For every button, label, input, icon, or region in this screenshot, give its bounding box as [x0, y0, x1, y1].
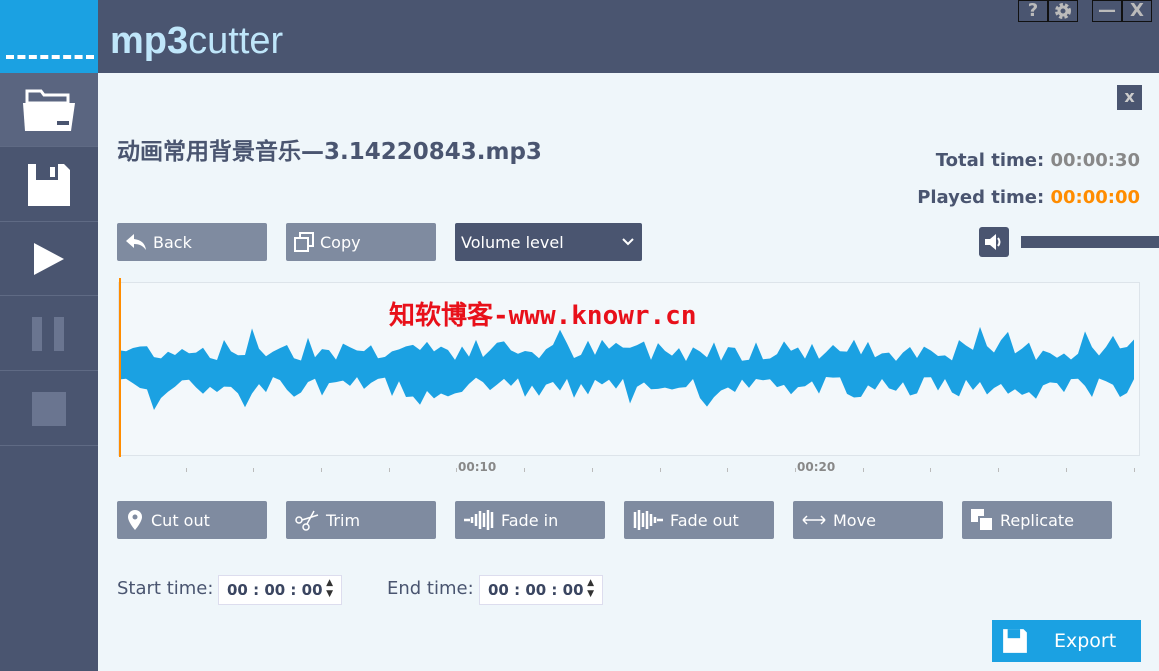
volume-slider[interactable]: [1021, 236, 1159, 248]
tick-mark: [253, 468, 254, 472]
tick-mark: [727, 468, 728, 472]
total-time: Total time: 00:00:30: [936, 150, 1140, 171]
played-time-label: Played time:: [917, 187, 1045, 208]
tick-mark: [389, 468, 390, 472]
watermark: 知软博客-www.knowr.cn: [389, 301, 697, 331]
dotted-line: [6, 55, 94, 59]
playhead[interactable]: [119, 278, 121, 457]
back-button[interactable]: Back: [117, 223, 267, 261]
tick-mark: [1134, 468, 1135, 472]
mute-button[interactable]: [979, 227, 1009, 257]
end-time-value: 00 : 00 : 00: [488, 581, 584, 599]
help-button[interactable]: ?: [1018, 0, 1048, 22]
end-time-input[interactable]: 00 : 00 : 00 ▲ ▼: [479, 575, 603, 605]
close-window-button[interactable]: X: [1122, 0, 1152, 22]
total-time-value: 00:00:30: [1050, 150, 1140, 171]
tick-mark: [456, 468, 457, 472]
move-label: Move: [833, 510, 876, 530]
scissors-icon: [295, 510, 319, 531]
copy-label: Copy: [320, 232, 361, 252]
tick-label: 00:20: [797, 460, 836, 474]
tick-mark: [863, 468, 864, 472]
tick-mark: [930, 468, 931, 472]
stop-icon: [32, 391, 66, 426]
back-arrow-icon: [126, 234, 146, 250]
close-panel-button[interactable]: x: [1117, 85, 1142, 110]
app-title: mp3cutter: [110, 20, 283, 63]
played-time: Played time: 00:00:00: [917, 187, 1140, 208]
tick-mark: [1066, 468, 1067, 472]
cut-out-button[interactable]: Cut out: [117, 501, 267, 539]
tick-label: 00:10: [458, 460, 497, 474]
gear-icon: [1055, 3, 1071, 19]
speaker-icon: [985, 234, 1001, 250]
tick-mark: [186, 468, 187, 472]
total-time-label: Total time:: [935, 150, 1045, 171]
fade-out-button[interactable]: Fade out: [624, 501, 774, 539]
move-button[interactable]: Move: [793, 501, 943, 539]
fade-out-icon: [633, 510, 663, 530]
tick-mark: [795, 468, 796, 472]
start-time-label: Start time:: [117, 578, 214, 599]
app-title-bold: mp3: [110, 20, 189, 62]
volume-select-label: Volume level: [461, 232, 564, 252]
tick-mark: [998, 468, 999, 472]
copy-button[interactable]: Copy: [286, 223, 436, 261]
waveform-shape: [119, 326, 1134, 411]
stop-button[interactable]: [0, 372, 98, 446]
replicate-button[interactable]: Replicate: [962, 501, 1112, 539]
save-icon: [28, 163, 70, 206]
location-pin-icon: [128, 510, 142, 530]
cut-out-label: Cut out: [151, 510, 210, 530]
play-icon: [34, 242, 64, 275]
fade-in-button[interactable]: Fade in: [455, 501, 605, 539]
copy-icon: [294, 232, 314, 252]
end-time-label: End time:: [387, 578, 474, 599]
pause-icon: [32, 316, 64, 351]
export-label: Export: [1054, 630, 1117, 652]
tick-mark: [524, 468, 525, 472]
chevron-down-icon: [622, 238, 634, 246]
trim-label: Trim: [326, 510, 361, 530]
replicate-icon: [971, 509, 994, 532]
fade-in-label: Fade in: [501, 510, 559, 530]
tick-mark: [321, 468, 322, 472]
volume-level-select[interactable]: Volume level: [455, 223, 642, 261]
start-time-spinner[interactable]: ▲ ▼: [326, 578, 333, 600]
start-time-value: 00 : 00 : 00: [227, 581, 323, 599]
back-label: Back: [153, 232, 192, 252]
trim-button[interactable]: Trim: [286, 501, 436, 539]
export-button[interactable]: Export: [992, 620, 1141, 662]
waveform-area[interactable]: 知软博客-www.knowr.cn: [118, 278, 1140, 457]
tick-mark: [592, 468, 593, 472]
save-button[interactable]: [0, 148, 98, 222]
played-time-value: 00:00:00: [1050, 187, 1140, 208]
end-time-spinner[interactable]: ▲ ▼: [587, 578, 594, 600]
double-arrow-icon: [802, 515, 826, 525]
start-time-input[interactable]: 00 : 00 : 00 ▲ ▼: [218, 575, 342, 605]
file-name: 动画常用背景音乐—3.14220843.mp3: [117, 139, 542, 165]
fade-out-label: Fade out: [670, 510, 739, 530]
folder-icon: [23, 89, 75, 131]
save-icon: [1003, 629, 1027, 653]
open-folder-button[interactable]: [0, 73, 98, 147]
play-button[interactable]: [0, 222, 98, 296]
logo-block: [0, 0, 98, 73]
pause-button[interactable]: [0, 297, 98, 371]
replicate-label: Replicate: [1000, 510, 1075, 530]
app-title-rest: cutter: [188, 20, 284, 62]
settings-button[interactable]: [1048, 0, 1078, 22]
fade-in-icon: [464, 510, 494, 530]
tick-mark: [660, 468, 661, 472]
minimize-button[interactable]: —: [1092, 0, 1122, 22]
